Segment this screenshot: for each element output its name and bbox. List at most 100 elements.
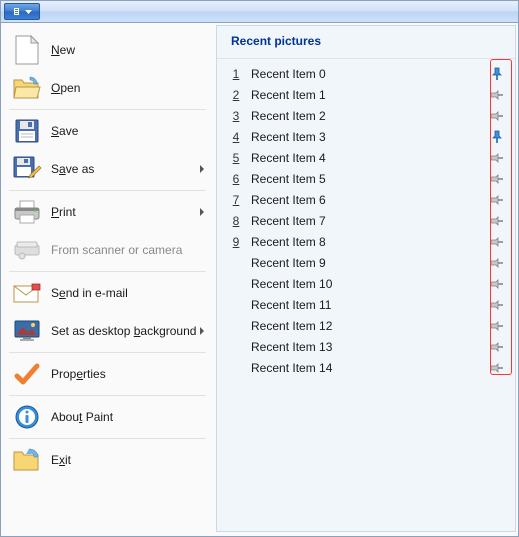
recent-item[interactable]: 3Recent Item 2 <box>227 105 507 126</box>
recent-item[interactable]: 8Recent Item 7 <box>227 210 507 231</box>
pin-icon[interactable] <box>487 173 507 185</box>
recent-item[interactable]: 9Recent Item 8 <box>227 231 507 252</box>
pin-icon-pinned[interactable] <box>487 130 507 144</box>
recent-item[interactable]: 5Recent Item 4 <box>227 147 507 168</box>
recent-item-label: Recent Item 12 <box>245 319 487 333</box>
pin-icon[interactable] <box>487 299 507 311</box>
recent-item[interactable]: Recent Item 9 <box>227 252 507 273</box>
chevron-right-icon <box>200 327 204 335</box>
separator <box>9 109 206 110</box>
menu-send-email[interactable]: Send in e-mail <box>3 274 212 312</box>
separator <box>9 271 206 272</box>
exit-icon <box>11 444 43 476</box>
recent-item-label: Recent Item 9 <box>245 256 487 270</box>
menu-save-as[interactable]: Save as <box>3 150 212 188</box>
menu-properties[interactable]: Properties <box>3 355 212 393</box>
recent-item[interactable]: 4Recent Item 3 <box>227 126 507 147</box>
save-as-icon <box>11 153 43 185</box>
recent-item-index: 6 <box>227 172 245 186</box>
recent-item-index: 8 <box>227 214 245 228</box>
recent-item-label: Recent Item 6 <box>245 193 487 207</box>
recent-item-label: Recent Item 1 <box>245 88 487 102</box>
pin-icon[interactable] <box>487 320 507 332</box>
recent-item-index: 7 <box>227 193 245 207</box>
recent-item[interactable]: Recent Item 14 <box>227 357 507 378</box>
recent-item-label: Recent Item 11 <box>245 298 487 312</box>
recent-item-label: Recent Item 10 <box>245 277 487 291</box>
separator <box>9 438 206 439</box>
separator <box>9 190 206 191</box>
recent-item-index: 3 <box>227 109 245 123</box>
recent-item-label: Recent Item 5 <box>245 172 487 186</box>
scanner-icon <box>11 234 43 266</box>
title-bar <box>1 1 518 23</box>
printer-icon <box>11 196 43 228</box>
menu-exit[interactable]: Exit <box>3 441 212 479</box>
new-file-icon <box>11 34 43 66</box>
properties-check-icon <box>11 358 43 390</box>
recent-item-label: Recent Item 14 <box>245 361 487 375</box>
recent-item[interactable]: 6Recent Item 5 <box>227 168 507 189</box>
menu-properties-label: Properties <box>51 367 204 381</box>
pin-icon[interactable] <box>487 362 507 374</box>
app-menu: New Open Save Save as <box>1 23 518 536</box>
recent-item[interactable]: Recent Item 13 <box>227 336 507 357</box>
menu-save-label: Save <box>51 124 204 138</box>
pin-icon[interactable] <box>487 110 507 122</box>
recent-item-label: Recent Item 2 <box>245 109 487 123</box>
recent-item[interactable]: 1Recent Item 0 <box>227 63 507 84</box>
app-menu-button[interactable] <box>4 3 40 20</box>
menu-from-scanner-label: From scanner or camera <box>51 243 204 257</box>
chevron-right-icon <box>200 208 204 216</box>
recent-item-index: 4 <box>227 130 245 144</box>
recent-item-label: Recent Item 0 <box>245 67 487 81</box>
info-icon <box>11 401 43 433</box>
open-folder-icon <box>11 72 43 104</box>
pin-icon[interactable] <box>487 236 507 248</box>
recent-item-label: Recent Item 7 <box>245 214 487 228</box>
recent-list: 1Recent Item 02Recent Item 13Recent Item… <box>217 59 515 531</box>
menu-open-label: Open <box>51 81 204 95</box>
recent-header: Recent pictures <box>217 26 515 59</box>
menu-set-background-label: Set as desktop background <box>51 324 200 338</box>
recent-item[interactable]: Recent Item 10 <box>227 273 507 294</box>
pin-icon[interactable] <box>487 215 507 227</box>
menu-save[interactable]: Save <box>3 112 212 150</box>
email-icon <box>11 277 43 309</box>
menu-exit-label: Exit <box>51 453 204 467</box>
pin-icon[interactable] <box>487 278 507 290</box>
desktop-background-icon <box>11 315 43 347</box>
menu-open[interactable]: Open <box>3 69 212 107</box>
menu-save-as-label: Save as <box>51 162 200 176</box>
recent-item[interactable]: 7Recent Item 6 <box>227 189 507 210</box>
menu-print[interactable]: Print <box>3 193 212 231</box>
pin-icon-pinned[interactable] <box>487 67 507 81</box>
pin-icon[interactable] <box>487 341 507 353</box>
menu-set-background[interactable]: Set as desktop background <box>3 312 212 350</box>
pin-icon[interactable] <box>487 89 507 101</box>
recent-item-index: 9 <box>227 235 245 249</box>
recent-item-label: Recent Item 3 <box>245 130 487 144</box>
recent-item[interactable]: Recent Item 12 <box>227 315 507 336</box>
menu-about[interactable]: About Paint <box>3 398 212 436</box>
recent-item[interactable]: 2Recent Item 1 <box>227 84 507 105</box>
menu-new[interactable]: New <box>3 31 212 69</box>
pin-icon[interactable] <box>487 194 507 206</box>
menu-about-label: About Paint <box>51 410 204 424</box>
recent-item-label: Recent Item 8 <box>245 235 487 249</box>
menu-print-label: Print <box>51 205 200 219</box>
save-floppy-icon <box>11 115 43 147</box>
recent-item-index: 2 <box>227 88 245 102</box>
chevron-right-icon <box>200 165 204 173</box>
pin-icon[interactable] <box>487 152 507 164</box>
recent-items-container: 1Recent Item 02Recent Item 13Recent Item… <box>227 63 507 378</box>
recent-item[interactable]: Recent Item 11 <box>227 294 507 315</box>
recent-item-index: 5 <box>227 151 245 165</box>
menu-new-label: New <box>51 43 204 57</box>
separator <box>9 395 206 396</box>
recent-pane: Recent pictures 1Recent Item 02Recent It… <box>216 25 516 532</box>
separator <box>9 352 206 353</box>
recent-item-label: Recent Item 13 <box>245 340 487 354</box>
recent-item-index: 1 <box>227 67 245 81</box>
pin-icon[interactable] <box>487 257 507 269</box>
